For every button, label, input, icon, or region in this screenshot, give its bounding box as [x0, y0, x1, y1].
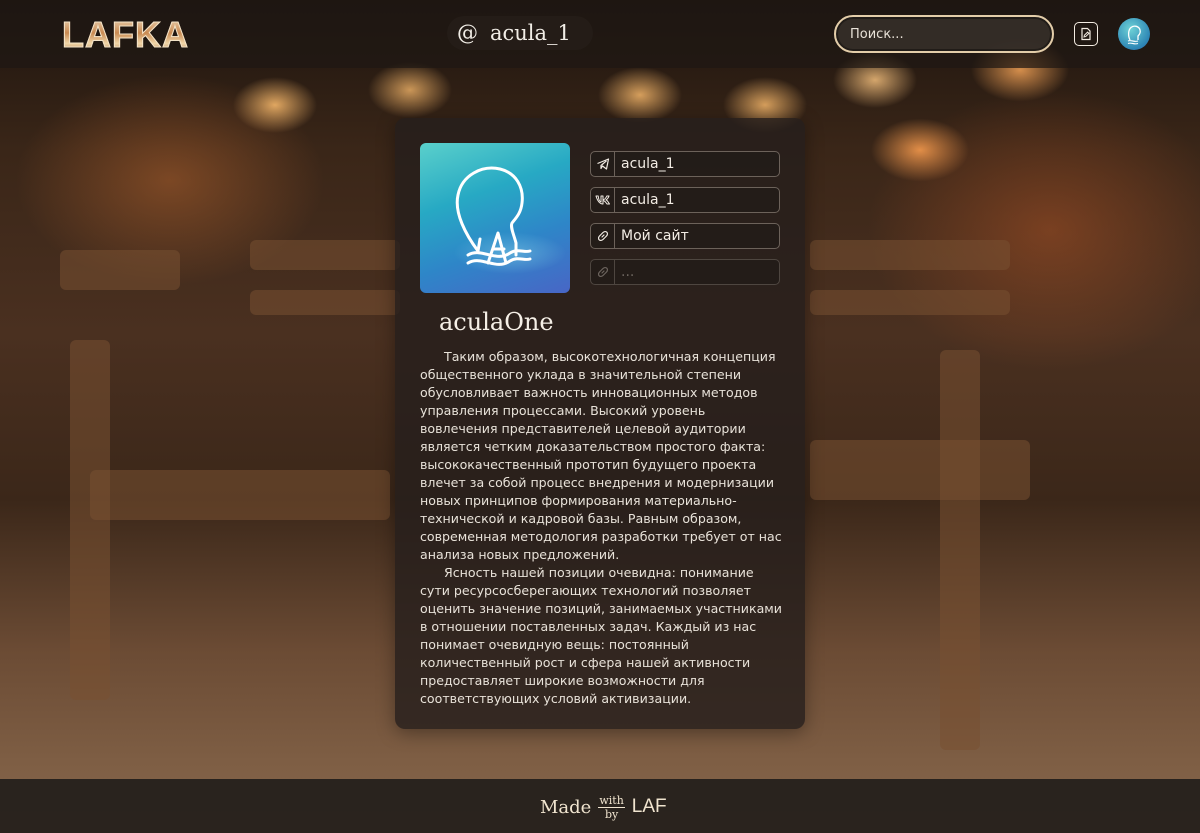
bench-shape — [60, 250, 180, 290]
search-box[interactable] — [834, 15, 1054, 53]
by-text: by — [604, 807, 619, 821]
bench-shape — [250, 240, 400, 270]
link-vk[interactable]: acula_1 — [590, 187, 780, 213]
profile-handle: @ acula_1 — [447, 16, 593, 50]
bio-text: Таким образом, высокотехнологичная конце… — [420, 348, 782, 708]
bench-shape — [940, 350, 980, 750]
link-telegram[interactable]: acula_1 — [590, 151, 780, 177]
telegram-icon — [591, 152, 615, 176]
handle-text: acula_1 — [490, 21, 571, 45]
vk-icon — [591, 188, 615, 212]
bench-shape — [90, 470, 390, 520]
link-text: acula_1 — [621, 156, 675, 172]
bio-paragraph: Таким образом, высокотехнологичная конце… — [420, 349, 782, 562]
with-text: with — [598, 793, 625, 808]
bench-shape — [810, 440, 1030, 500]
link-text: ... — [621, 264, 635, 280]
display-name: aculaOne — [439, 308, 554, 336]
with-by-fraction: with by — [598, 793, 625, 821]
edit-document-icon[interactable] — [1074, 22, 1098, 46]
at-icon: @ — [457, 21, 478, 45]
link-text: acula_1 — [621, 192, 675, 208]
edit-pencil-icon — [1081, 27, 1091, 41]
logo[interactable]: LAFKA — [62, 14, 189, 56]
profile-avatar — [420, 143, 570, 293]
bench-shape — [810, 290, 1010, 315]
user-avatar[interactable] — [1118, 18, 1150, 50]
jellyfish-head-icon — [1127, 25, 1141, 45]
social-links: acula_1 acula_1 Мой сайт ... — [590, 151, 780, 295]
bench-shape — [250, 290, 400, 315]
made-with-by: Made with by LAF — [540, 794, 667, 820]
jellyfish-head-logo-icon — [455, 166, 532, 266]
bench-shape — [810, 240, 1010, 270]
link-website[interactable]: Мой сайт — [590, 223, 780, 249]
search-input[interactable] — [836, 17, 1052, 51]
brand-link[interactable]: LAF — [632, 796, 667, 818]
link-icon — [591, 224, 615, 248]
bio-paragraph: Ясность нашей позиции очевидна: понимани… — [420, 565, 782, 706]
link-icon — [591, 260, 615, 284]
link-empty[interactable]: ... — [590, 259, 780, 285]
bench-shape — [70, 340, 110, 700]
link-text: Мой сайт — [621, 228, 689, 244]
made-text: Made — [540, 796, 592, 818]
profile-card: acula_1 acula_1 Мой сайт ... aculaOne Та… — [395, 118, 805, 729]
top-bar: LAFKA @ acula_1 — [0, 0, 1200, 68]
